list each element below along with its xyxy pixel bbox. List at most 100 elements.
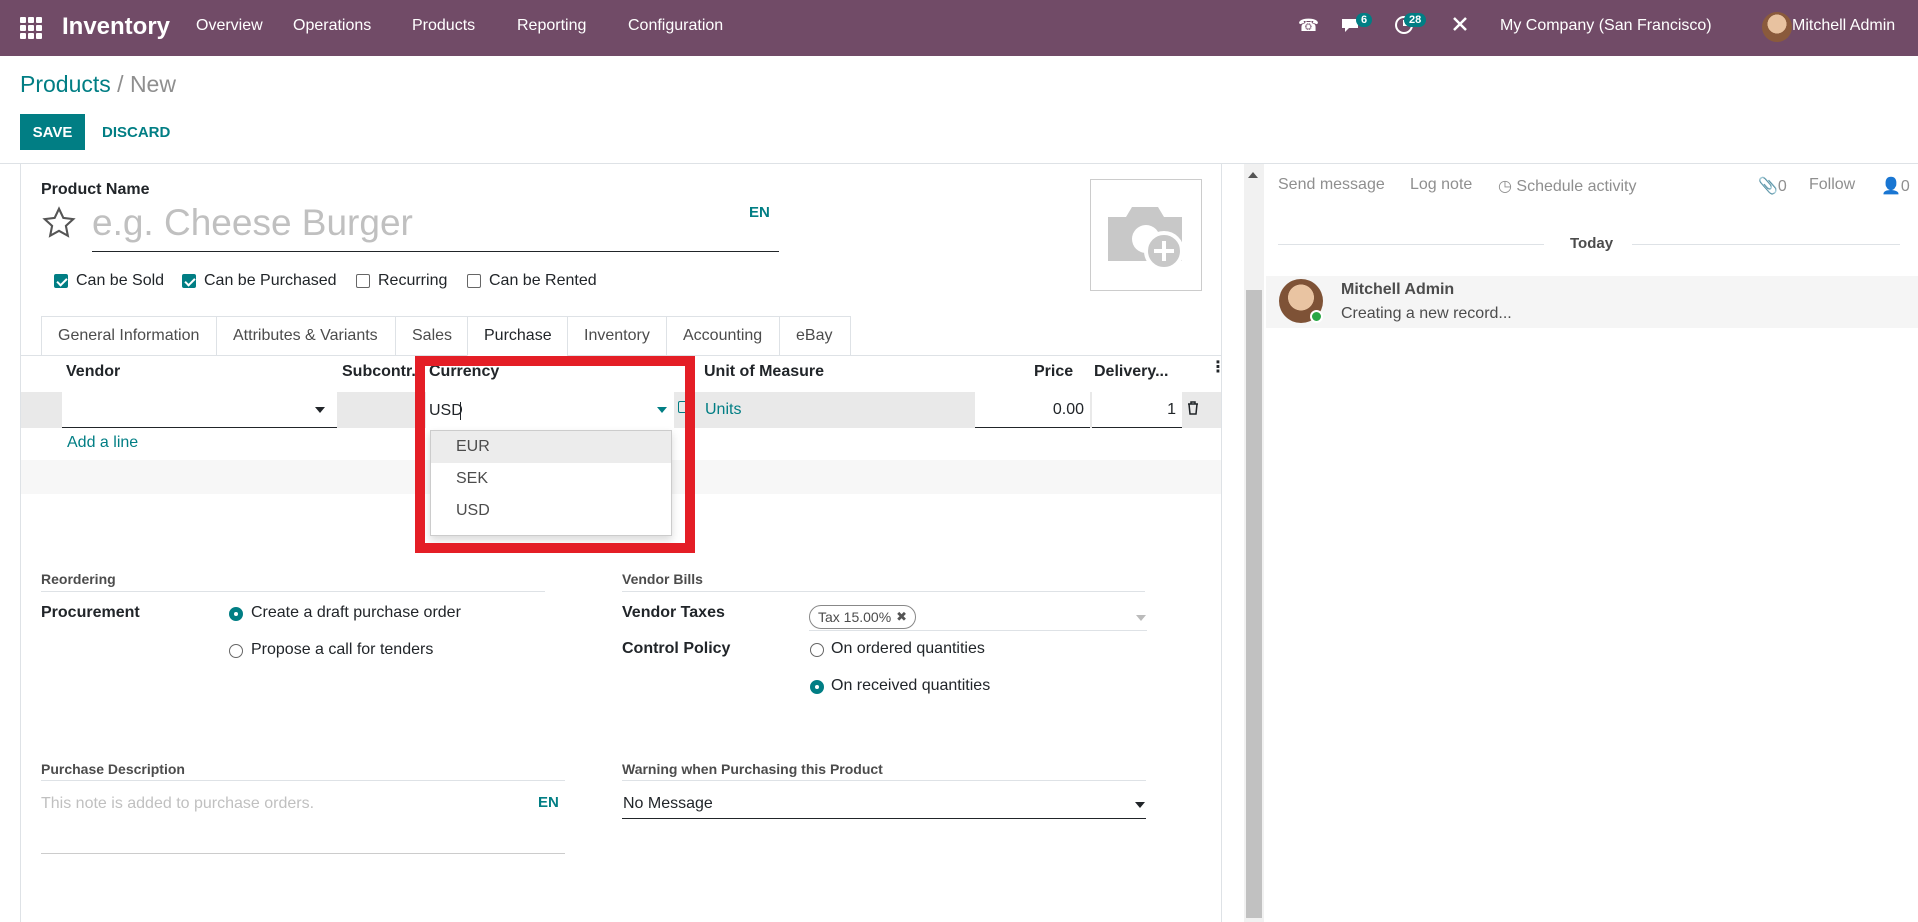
- col-unit-of-measure[interactable]: Unit of Measure: [704, 363, 824, 381]
- date-separator-today: Today: [1570, 235, 1614, 252]
- paperclip-icon: 📎: [1758, 178, 1778, 195]
- col-vendor[interactable]: Vendor: [66, 363, 120, 381]
- tax-tag-label: Tax 15.00%: [818, 609, 892, 625]
- notebook-tabs: General Information Attributes & Variant…: [41, 316, 851, 356]
- form-scrollbar-thumb[interactable]: [1246, 290, 1262, 918]
- clock-icon: ◷: [1498, 178, 1517, 195]
- date-separator-line-right: [1632, 244, 1900, 245]
- scroll-up-arrow-icon[interactable]: [1248, 172, 1258, 178]
- vendor-bills-rule: [622, 591, 1145, 592]
- camera-add-icon: [1108, 207, 1184, 271]
- user-icon: 👤: [1881, 178, 1901, 195]
- purchase-warning-select[interactable]: No Message: [623, 795, 713, 813]
- save-button[interactable]: SAVE: [20, 114, 85, 150]
- tab-general-information[interactable]: General Information: [41, 316, 216, 356]
- company-switcher[interactable]: My Company (San Francisco): [1500, 17, 1712, 35]
- name-language-button[interactable]: EN: [749, 204, 770, 221]
- vendor-taxes-caret-icon[interactable]: [1136, 615, 1146, 621]
- tab-ebay[interactable]: eBay: [779, 316, 851, 356]
- tab-accounting[interactable]: Accounting: [666, 316, 779, 356]
- received-quantities-radio[interactable]: [810, 680, 824, 694]
- add-a-line-link[interactable]: Add a line: [67, 434, 138, 452]
- vendor-dropdown-caret-icon[interactable]: [315, 407, 325, 413]
- draft-po-label[interactable]: Create a draft purchase order: [251, 604, 461, 622]
- procurement-label: Procurement: [41, 604, 140, 621]
- uom-value[interactable]: Units: [705, 401, 741, 419]
- message-author-name[interactable]: Mitchell Admin: [1341, 281, 1454, 299]
- recurring-label[interactable]: Recurring: [378, 272, 447, 290]
- user-menu[interactable]: Mitchell Admin: [1792, 17, 1895, 35]
- ordered-quantities-label[interactable]: On ordered quantities: [831, 640, 985, 658]
- price-value[interactable]: 0.00: [1053, 401, 1084, 419]
- attachments-count: 0: [1777, 178, 1787, 195]
- menu-overview[interactable]: Overview: [196, 17, 263, 35]
- price-input[interactable]: 0.00: [975, 392, 1090, 428]
- menu-reporting[interactable]: Reporting: [517, 17, 586, 35]
- tab-inventory[interactable]: Inventory: [567, 316, 666, 356]
- delivery-value[interactable]: 1: [1167, 401, 1176, 419]
- menu-configuration[interactable]: Configuration: [628, 17, 723, 35]
- breadcrumb-products-link[interactable]: Products: [20, 71, 111, 97]
- purchase-warning-caret-icon[interactable]: [1135, 802, 1145, 808]
- user-avatar[interactable]: [1762, 12, 1792, 42]
- purchase-warning-rule: [622, 780, 1146, 781]
- delivery-input[interactable]: 1: [1092, 392, 1182, 428]
- optional-columns-kebab-icon[interactable]: ⋮: [1210, 360, 1226, 376]
- tab-purchase[interactable]: Purchase: [467, 316, 567, 356]
- can-be-rented-checkbox[interactable]: [467, 274, 481, 288]
- reordering-rule: [41, 591, 545, 592]
- product-image-upload[interactable]: [1090, 179, 1202, 291]
- can-be-purchased-checkbox[interactable]: [182, 274, 196, 288]
- breadcrumb-current: New: [129, 71, 176, 97]
- tax-tag: Tax 15.00% ✖: [809, 605, 917, 629]
- tab-sales[interactable]: Sales: [395, 316, 467, 356]
- purchase-description-input[interactable]: This note is added to purchase orders.: [41, 795, 314, 813]
- log-note-button[interactable]: Log note: [1410, 176, 1472, 194]
- message-body: Creating a new record...: [1341, 305, 1512, 322]
- top-navbar: Inventory Overview Operations Products R…: [0, 0, 1918, 56]
- description-language-button[interactable]: EN: [538, 794, 559, 811]
- received-quantities-label[interactable]: On received quantities: [831, 677, 990, 695]
- activities-badge: 28: [1404, 13, 1427, 27]
- tab-attributes-variants[interactable]: Attributes & Variants: [216, 316, 395, 356]
- followers-button[interactable]: 👤0: [1881, 176, 1910, 196]
- can-be-purchased-label[interactable]: Can be Purchased: [204, 272, 337, 290]
- messages-badge: 6: [1356, 13, 1373, 27]
- call-for-tenders-radio[interactable]: [229, 644, 243, 658]
- can-be-sold-label[interactable]: Can be Sold: [76, 272, 164, 290]
- phone-icon[interactable]: ☎: [1298, 16, 1319, 36]
- call-for-tenders-label[interactable]: Propose a call for tenders: [251, 641, 433, 659]
- favorite-star-icon[interactable]: [41, 205, 77, 246]
- menu-operations[interactable]: Operations: [293, 17, 371, 35]
- menu-products[interactable]: Products: [412, 17, 475, 35]
- vendor-select[interactable]: [62, 392, 337, 428]
- follow-button[interactable]: Follow: [1809, 176, 1855, 194]
- purchase-description-bottom-line: [41, 853, 565, 854]
- app-title[interactable]: Inventory: [62, 13, 170, 41]
- highlight-annotation-box: [415, 356, 695, 553]
- remove-tag-icon[interactable]: ✖: [896, 609, 907, 625]
- vendor-taxes-field-line[interactable]: [809, 630, 1147, 631]
- schedule-activity-button[interactable]: ◷ Schedule activity: [1498, 176, 1636, 196]
- ordered-quantities-radio[interactable]: [810, 643, 824, 657]
- recurring-checkbox[interactable]: [356, 274, 370, 288]
- can-be-rented-label[interactable]: Can be Rented: [489, 272, 597, 290]
- send-message-button[interactable]: Send message: [1278, 176, 1385, 194]
- col-delivery[interactable]: Delivery...: [1094, 363, 1168, 381]
- debug-tools-icon[interactable]: [1451, 15, 1469, 39]
- breadcrumb-separator: /: [117, 71, 124, 97]
- delete-row-trash-icon[interactable]: [1187, 401, 1199, 420]
- product-name-input[interactable]: e.g. Cheese Burger: [92, 202, 779, 252]
- col-price[interactable]: Price: [1034, 363, 1073, 381]
- control-policy-label: Control Policy: [622, 640, 731, 657]
- apps-menu-icon[interactable]: [20, 17, 42, 39]
- attachments-button[interactable]: 📎0: [1758, 176, 1787, 196]
- can-be-sold-checkbox[interactable]: [54, 274, 68, 288]
- product-name-label: Product Name: [41, 181, 150, 198]
- col-subcontractor[interactable]: Subcontr...: [342, 363, 425, 381]
- draft-po-radio[interactable]: [229, 607, 243, 621]
- discard-button[interactable]: DISCARD: [94, 114, 178, 150]
- vendor-bills-section-title: Vendor Bills: [622, 571, 703, 587]
- vendor-taxes-label: Vendor Taxes: [622, 604, 725, 621]
- followers-count: 0: [1900, 178, 1910, 195]
